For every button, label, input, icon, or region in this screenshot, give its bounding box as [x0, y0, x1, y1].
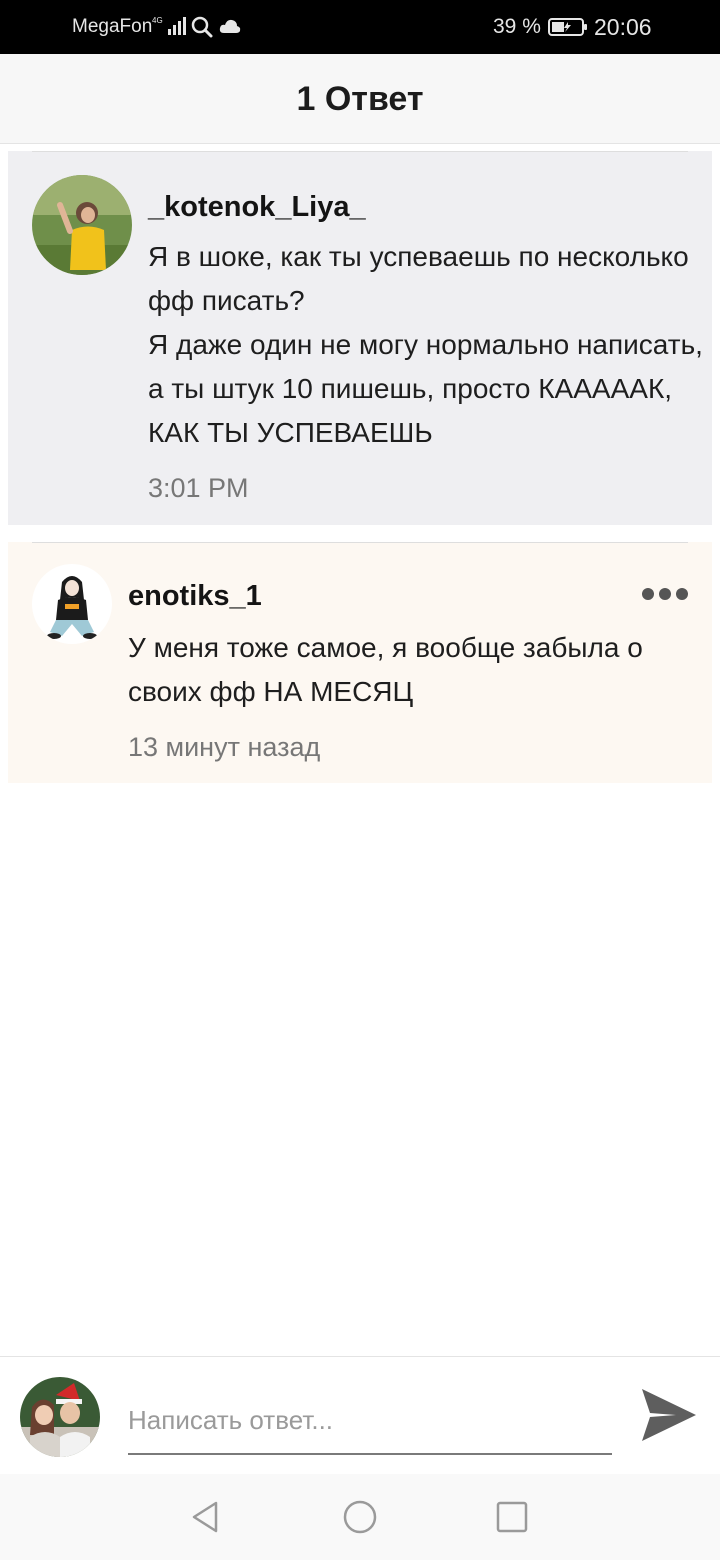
- divider: [32, 151, 688, 152]
- avatar[interactable]: [32, 564, 112, 644]
- back-triangle-icon[interactable]: [188, 1499, 224, 1535]
- send-icon[interactable]: [640, 1387, 698, 1443]
- status-time: 20:06: [594, 14, 652, 40]
- more-dots-icon[interactable]: [642, 588, 688, 600]
- comment-username[interactable]: enotiks_1: [128, 580, 262, 613]
- system-nav-bar: [0, 1474, 720, 1560]
- recents-square-icon[interactable]: [494, 1499, 530, 1535]
- carrier-name: MegaFon: [72, 16, 153, 37]
- signal-icon: 4G: [152, 16, 186, 35]
- comment-timestamp: 13 минут назад: [128, 732, 321, 762]
- network-type-label: 4G: [152, 16, 163, 25]
- current-user-avatar: [20, 1377, 100, 1457]
- avatar-photo: [32, 175, 132, 275]
- search-icon: [191, 16, 213, 38]
- avatar-photo: [20, 1377, 100, 1457]
- page-title: 1 Ответ: [296, 80, 424, 118]
- comment-username[interactable]: _kotenok_Liya_: [148, 191, 366, 224]
- reply-composer: [0, 1356, 720, 1474]
- reply-input[interactable]: [128, 1395, 612, 1455]
- status-bar: MegaFon 4G 39 % 20:06: [0, 0, 720, 54]
- avatar-photo: [32, 564, 112, 644]
- comment-text: Я в шоке, как ты успеваешь по несколько …: [148, 241, 703, 448]
- header: 1 Ответ: [0, 54, 720, 144]
- original-comment-card: _kotenok_Liya_ Я в шоке, как ты успеваеш…: [8, 151, 712, 525]
- home-circle-icon[interactable]: [342, 1499, 378, 1535]
- reply-comment-card: enotiks_1 У меня тоже самое, я вообще за…: [8, 542, 712, 783]
- cloud-icon: [219, 19, 241, 33]
- divider: [32, 542, 688, 543]
- comment-text: У меня тоже самое, я вообще забыла о сво…: [128, 632, 643, 707]
- battery-percent: 39 %: [493, 15, 541, 38]
- battery-icon: [548, 18, 587, 36]
- comment-timestamp: 3:01 PM: [148, 473, 249, 503]
- avatar[interactable]: [32, 175, 132, 275]
